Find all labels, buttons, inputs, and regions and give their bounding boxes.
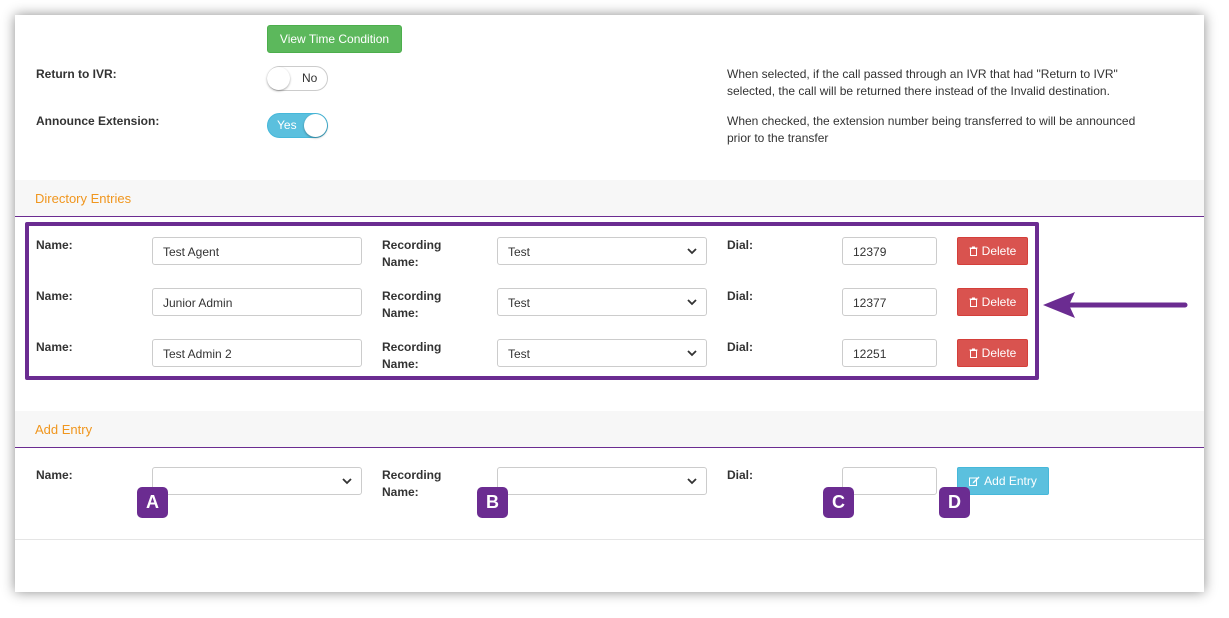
recording-name-label: Recording Name: bbox=[382, 339, 441, 373]
add-name-select[interactable] bbox=[152, 467, 362, 495]
recording-label-line1: Recording bbox=[382, 340, 442, 354]
trash-icon bbox=[969, 246, 978, 256]
arrow-left-icon bbox=[1043, 292, 1188, 318]
callout-badge-a: A bbox=[137, 487, 168, 518]
name-label: Name: bbox=[36, 238, 73, 252]
trash-icon bbox=[969, 348, 978, 358]
toggle-knob bbox=[304, 114, 327, 137]
add-entry-button-label: Add Entry bbox=[984, 474, 1037, 488]
chevron-down-icon bbox=[687, 478, 697, 485]
add-recording-label-line1: Recording bbox=[382, 468, 442, 482]
delete-label: Delete bbox=[981, 346, 1017, 360]
callout-badge-c: C bbox=[823, 487, 854, 518]
recording-label-line2: Name: bbox=[382, 357, 419, 371]
recording-select-value: Test bbox=[508, 296, 531, 310]
add-name-label: Name: bbox=[36, 468, 73, 482]
announce-extension-toggle[interactable]: Yes bbox=[267, 113, 328, 138]
recording-select[interactable]: Test bbox=[497, 288, 707, 316]
recording-label-line1: Recording bbox=[382, 238, 442, 252]
recording-select-value: Test bbox=[508, 347, 531, 361]
view-time-condition-label: View Time Condition bbox=[279, 32, 390, 46]
recording-name-label: Recording Name: bbox=[382, 237, 441, 271]
add-recording-label-line2: Name: bbox=[382, 485, 419, 499]
recording-label-line2: Name: bbox=[382, 255, 419, 269]
add-entry-header: Add Entry bbox=[15, 411, 1204, 448]
delete-button[interactable]: Delete bbox=[957, 237, 1028, 265]
dial-label: Dial: bbox=[727, 238, 754, 252]
dial-label: Dial: bbox=[727, 289, 754, 303]
add-recording-select[interactable] bbox=[497, 467, 707, 495]
return-ivr-toggle[interactable]: No bbox=[267, 66, 328, 91]
edit-icon bbox=[969, 476, 980, 486]
dial-input[interactable]: 12377 bbox=[842, 288, 937, 316]
chevron-down-icon bbox=[687, 350, 697, 357]
add-entry-title: Add Entry bbox=[35, 422, 93, 437]
dial-label: Dial: bbox=[727, 340, 754, 354]
announce-extension-label: Announce Extension: bbox=[36, 114, 160, 128]
announce-toggle-text: Yes bbox=[277, 118, 297, 132]
announce-desc-line2: prior to the transfer bbox=[727, 131, 829, 145]
return-ivr-desc-line1: When selected, if the call passed throug… bbox=[727, 67, 1118, 81]
add-entry-button[interactable]: Add Entry bbox=[957, 467, 1049, 495]
recording-name-label: Recording Name: bbox=[382, 288, 441, 322]
name-input[interactable]: Test Agent bbox=[152, 237, 362, 265]
announce-desc-line1: When checked, the extension number being… bbox=[727, 114, 1136, 128]
recording-label-line2: Name: bbox=[382, 306, 419, 320]
directory-entries-title: Directory Entries bbox=[35, 191, 132, 206]
directory-entries-header: Directory Entries bbox=[15, 180, 1204, 217]
name-label: Name: bbox=[36, 289, 73, 303]
chevron-down-icon bbox=[687, 299, 697, 306]
return-ivr-toggle-text: No bbox=[302, 71, 318, 85]
return-ivr-desc-line2: selected, the call will be returned ther… bbox=[727, 84, 1110, 98]
chevron-down-icon bbox=[342, 478, 352, 485]
view-time-condition-button[interactable]: View Time Condition bbox=[267, 25, 402, 53]
dial-input[interactable]: 12379 bbox=[842, 237, 937, 265]
add-dial-label: Dial: bbox=[727, 468, 754, 482]
callout-badge-b: B bbox=[477, 487, 508, 518]
recording-select-value: Test bbox=[508, 245, 531, 259]
chevron-down-icon bbox=[687, 248, 697, 255]
recording-select[interactable]: Test bbox=[497, 339, 707, 367]
callout-badge-d: D bbox=[939, 487, 970, 518]
add-recording-name-label: Recording Name: bbox=[382, 467, 441, 501]
recording-select[interactable]: Test bbox=[497, 237, 707, 265]
delete-label: Delete bbox=[981, 295, 1017, 309]
return-ivr-description: When selected, if the call passed throug… bbox=[727, 66, 1167, 100]
delete-button[interactable]: Delete bbox=[957, 288, 1028, 316]
trash-icon bbox=[969, 297, 978, 307]
name-input[interactable]: Test Admin 2 bbox=[152, 339, 362, 367]
return-ivr-label: Return to IVR: bbox=[36, 67, 117, 81]
settings-panel: View Time Condition Return to IVR: No Wh… bbox=[15, 15, 1204, 592]
recording-label-line1: Recording bbox=[382, 289, 442, 303]
delete-button[interactable]: Delete bbox=[957, 339, 1028, 367]
announce-description: When checked, the extension number being… bbox=[727, 113, 1167, 147]
dial-input[interactable]: 12251 bbox=[842, 339, 937, 367]
name-label: Name: bbox=[36, 340, 73, 354]
toggle-knob bbox=[267, 67, 290, 90]
name-input[interactable]: Junior Admin bbox=[152, 288, 362, 316]
bottom-divider bbox=[15, 539, 1204, 540]
delete-label: Delete bbox=[981, 244, 1017, 258]
add-dial-input[interactable] bbox=[842, 467, 937, 495]
